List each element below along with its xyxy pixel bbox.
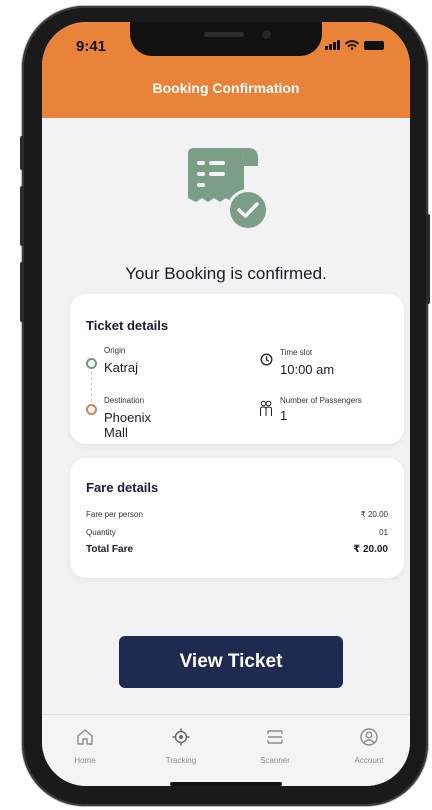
origin-marker-icon bbox=[86, 358, 97, 369]
status-time: 9:41 bbox=[76, 38, 107, 55]
crosshair-icon bbox=[172, 728, 190, 746]
passengers-icon bbox=[260, 400, 272, 416]
clock-icon bbox=[260, 353, 273, 366]
bottom-tab-bar: Home Tracking Scanner Account bbox=[42, 714, 410, 786]
route-line bbox=[91, 372, 92, 402]
tab-scanner-label: Scanner bbox=[260, 756, 290, 765]
destination-marker-icon bbox=[86, 404, 97, 415]
time-slot-value: 10:00 am bbox=[280, 362, 335, 377]
passengers-value: 1 bbox=[280, 408, 288, 423]
destination-value-line2: Mall bbox=[104, 425, 128, 440]
fare-row: Fare per person ₹ 20.00 bbox=[86, 510, 388, 519]
screen: 9:41 Booking Confirmation Your Booking i… bbox=[42, 22, 410, 786]
time-slot-label: Time slot bbox=[280, 348, 313, 357]
destination-label: Destination bbox=[104, 396, 145, 405]
battery-icon bbox=[364, 40, 384, 50]
volume-up-button bbox=[20, 186, 24, 246]
scanner-icon bbox=[267, 730, 283, 744]
power-button bbox=[426, 214, 430, 304]
signal-icon bbox=[325, 40, 340, 50]
receipt-check-icon bbox=[188, 148, 269, 231]
tab-tracking-label: Tracking bbox=[165, 756, 197, 765]
fare-details-title: Fare details bbox=[86, 480, 159, 495]
confirmation-message: Your Booking is confirmed. bbox=[125, 264, 327, 283]
fare-row-label: Quantity bbox=[86, 528, 116, 537]
ticket-details-title: Ticket details bbox=[86, 318, 169, 333]
mute-switch bbox=[20, 136, 24, 170]
camera bbox=[262, 30, 271, 39]
tab-account[interactable]: Account bbox=[334, 727, 404, 765]
ticket-details-card: Ticket details Origin Katraj Destination… bbox=[70, 294, 404, 444]
passengers-label: Number of Passengers bbox=[280, 396, 362, 405]
home-icon bbox=[77, 729, 93, 745]
view-ticket-button[interactable]: View Ticket bbox=[119, 636, 343, 688]
account-icon bbox=[360, 728, 378, 746]
tab-tracking[interactable]: Tracking bbox=[146, 727, 216, 765]
tab-home-label: Home bbox=[74, 756, 96, 765]
wifi-icon bbox=[345, 40, 359, 50]
fare-details-card: Fare details Fare per person ₹ 20.00 Qua… bbox=[70, 458, 404, 578]
status-icons bbox=[325, 40, 384, 50]
origin-value: Katraj bbox=[104, 360, 138, 375]
fare-row-value: 01 bbox=[379, 528, 388, 537]
tab-home[interactable]: Home bbox=[50, 727, 120, 765]
fare-row-label: Fare per person bbox=[86, 510, 143, 519]
home-indicator bbox=[170, 782, 282, 786]
total-fare-label: Total Fare bbox=[86, 544, 134, 555]
fare-row-total: Total Fare ₹ 20.00 bbox=[86, 544, 388, 555]
fare-row: Quantity 01 bbox=[86, 528, 388, 537]
total-fare-value: ₹ 20.00 bbox=[353, 544, 388, 555]
tab-scanner[interactable]: Scanner bbox=[240, 727, 310, 765]
page-title: Booking Confirmation bbox=[152, 80, 300, 96]
speaker bbox=[204, 32, 244, 37]
tab-account-label: Account bbox=[354, 756, 384, 765]
app-header: 9:41 Booking Confirmation bbox=[42, 22, 410, 118]
notch bbox=[130, 22, 322, 56]
volume-down-button bbox=[20, 262, 24, 322]
fare-row-value: ₹ 20.00 bbox=[360, 510, 388, 519]
destination-value-line1: Phoenix bbox=[104, 410, 151, 425]
origin-label: Origin bbox=[104, 346, 126, 355]
